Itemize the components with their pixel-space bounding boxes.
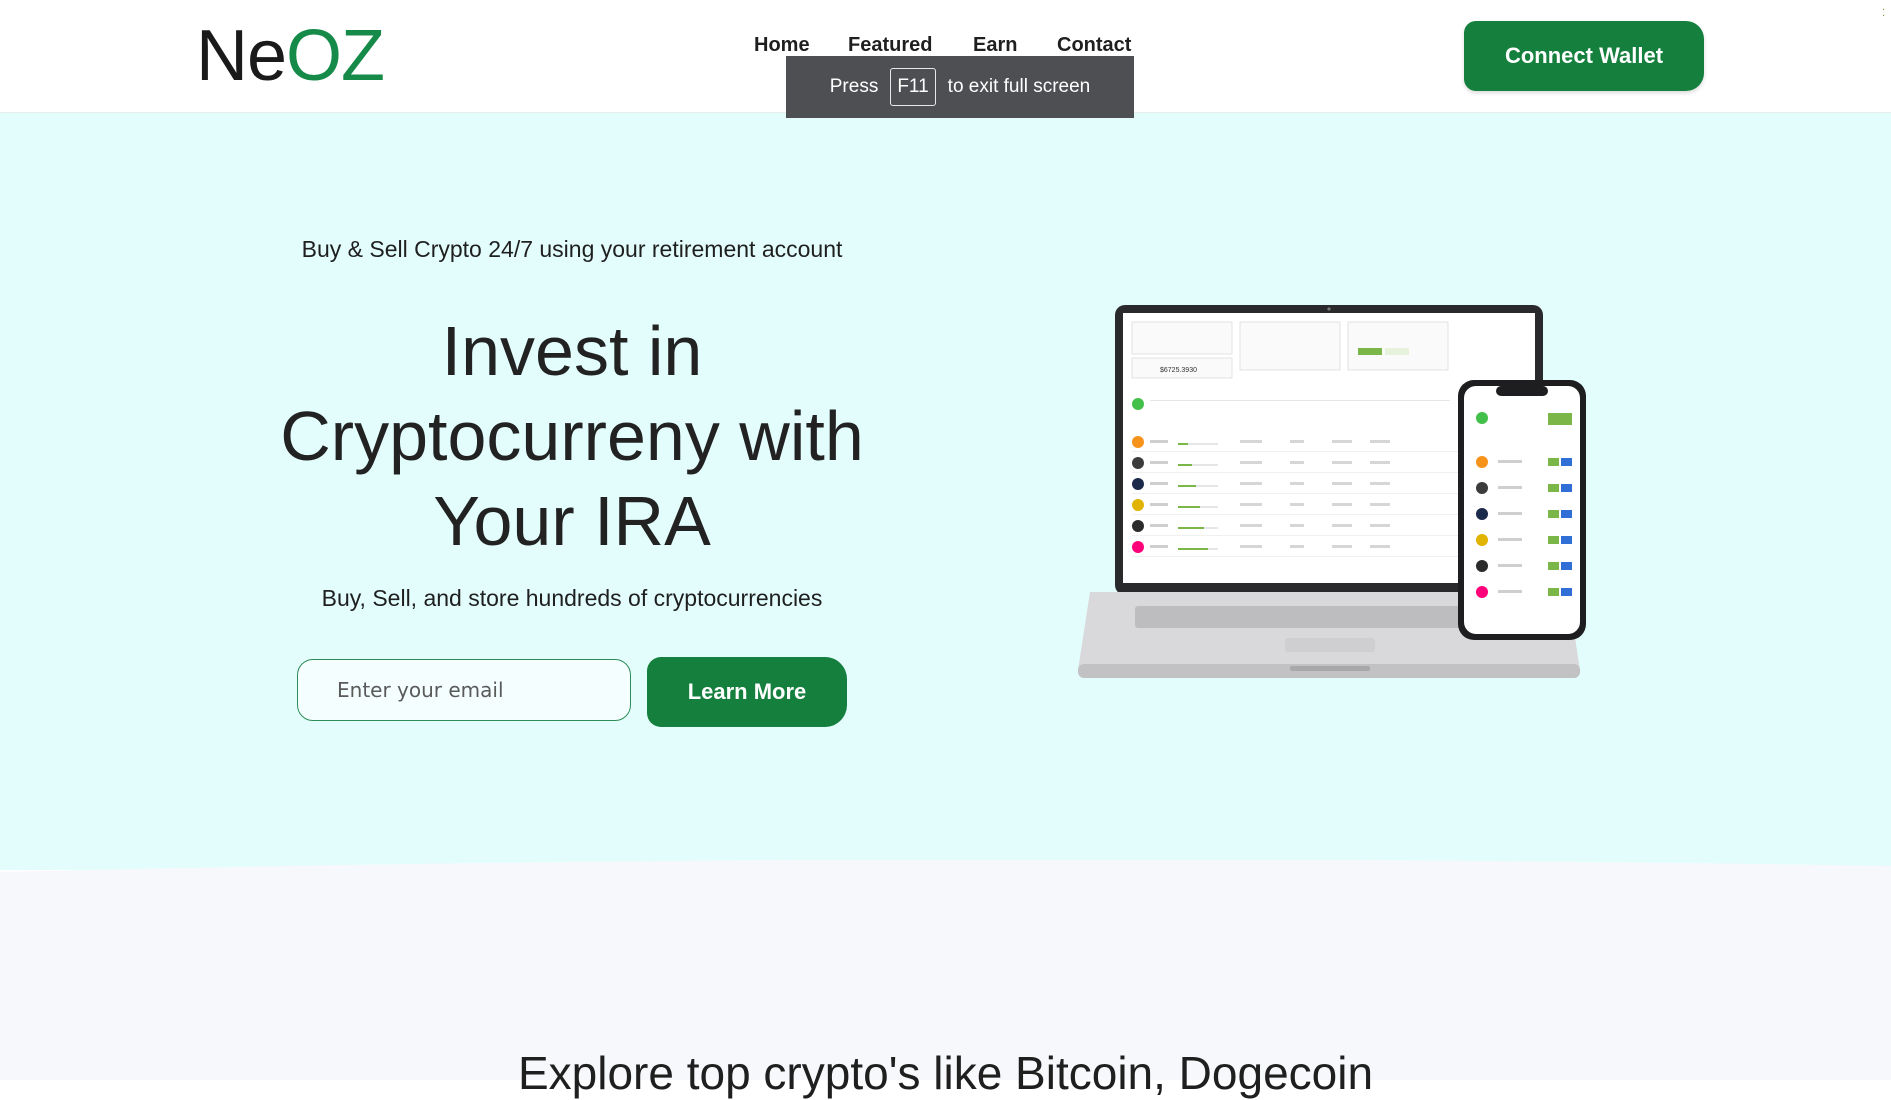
f11-key-label: F11 — [890, 68, 936, 106]
notice-press-text: Press — [829, 76, 879, 97]
nav-earn-link[interactable]: Earn — [973, 34, 1017, 57]
hero-tagline: Buy & Sell Crypto 24/7 using your retire… — [301, 236, 843, 262]
notice-rest-text: to exit full screen — [947, 76, 1091, 97]
email-input[interactable] — [297, 659, 631, 721]
logo-text-ne: Ne — [196, 16, 287, 96]
connect-wallet-button[interactable]: Connect Wallet — [1464, 21, 1704, 91]
neoz-logo[interactable]: NeOZ — [196, 14, 385, 98]
learn-more-button[interactable]: Learn More — [647, 657, 847, 727]
nav-home-link[interactable]: Home — [754, 34, 810, 57]
hero-subheadline: Buy, Sell, and store hundreds of cryptoc… — [321, 585, 823, 611]
nav-contact-link[interactable]: Contact — [1057, 34, 1131, 57]
section-heading: Explore top crypto's like Bitcoin, Dogec… — [517, 1047, 1374, 1099]
headline-line-2: Cryptocurreny with — [280, 397, 864, 475]
laptop-phone-mockup-image: $6725.3930 — [1078, 305, 1586, 678]
corner-indicator: ⁚ — [1882, 8, 1886, 19]
fullscreen-exit-notice: Press F11 to exit full screen — [786, 56, 1134, 118]
logo-text-oz: OZ — [286, 16, 385, 96]
headline-line-1: Invest in — [441, 312, 703, 390]
portfolio-value-text: $6725.3930 — [1160, 367, 1197, 374]
nav-featured-link[interactable]: Featured — [848, 34, 932, 57]
hero-headline: Invest in Cryptocurreny with Your IRA — [240, 309, 904, 564]
headline-line-3: Your IRA — [433, 482, 711, 560]
